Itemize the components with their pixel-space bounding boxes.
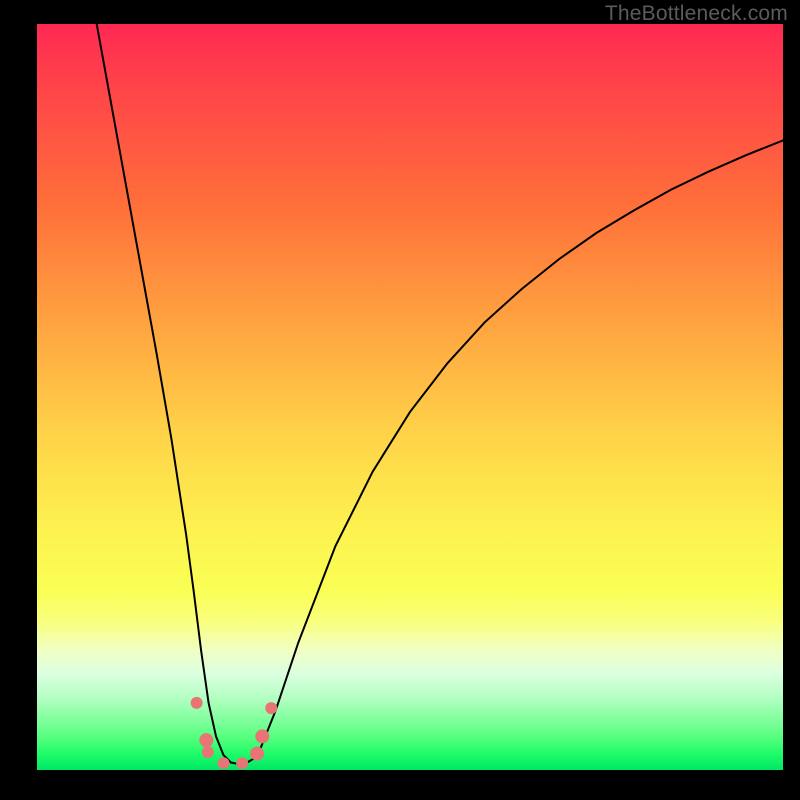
chart-frame: TheBottleneck.com: [0, 0, 800, 800]
highlight-dot: [191, 697, 203, 709]
highlight-dot: [255, 729, 269, 743]
highlight-dot: [202, 746, 214, 758]
highlight-dot: [218, 757, 230, 769]
highlight-dot: [265, 702, 277, 714]
highlight-dot: [236, 757, 248, 769]
highlight-dot: [250, 747, 264, 761]
highlight-dot: [199, 733, 213, 747]
bottleneck-curve: [97, 24, 783, 764]
watermark-text: TheBottleneck.com: [605, 2, 788, 26]
highlight-dots: [191, 697, 278, 769]
curve-layer: [37, 24, 783, 770]
plot-area: [37, 24, 783, 770]
